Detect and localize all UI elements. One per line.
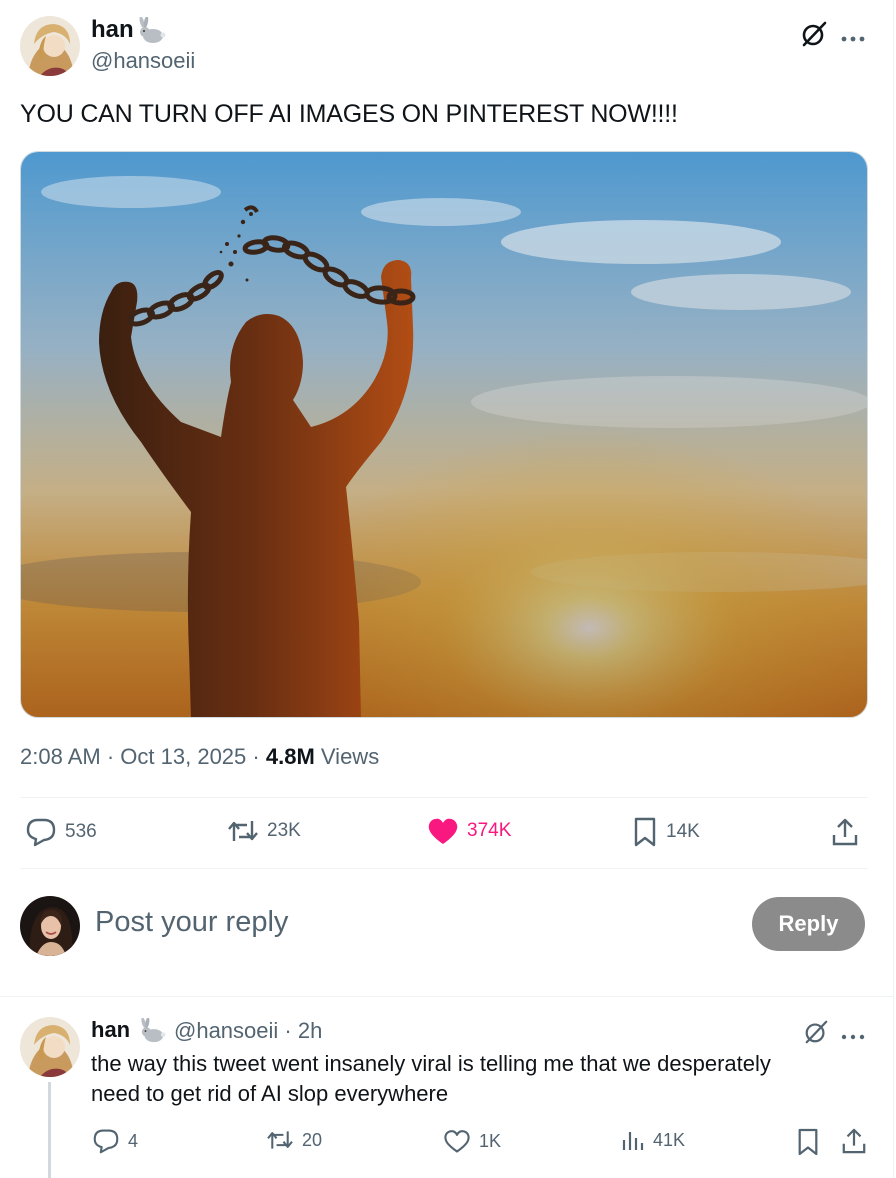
bookmark-icon[interactable]: [796, 1128, 820, 1161]
repost-action[interactable]: 20: [266, 1128, 322, 1152]
reply-text-line: need to get rid of AI slop everywhere: [91, 1081, 449, 1106]
tweet-media-image[interactable]: [20, 151, 868, 718]
meta-separator: ·: [284, 1018, 292, 1043]
repost-count: 20: [302, 1129, 323, 1150]
reply-button[interactable]: Reply: [752, 897, 865, 951]
like-action[interactable]: 1K: [443, 1128, 501, 1154]
thread-line: [48, 1082, 51, 1178]
like-count: 1K: [479, 1130, 502, 1151]
section-divider: [0, 996, 893, 997]
repost-action[interactable]: 23K: [227, 817, 301, 845]
author-avatar[interactable]: [20, 16, 80, 76]
share-icon: [831, 817, 859, 847]
reply-author-avatar[interactable]: [20, 1017, 80, 1077]
views-action[interactable]: 41K: [621, 1128, 685, 1152]
repost-count: 23K: [267, 820, 301, 841]
reply-action[interactable]: 4: [92, 1128, 138, 1154]
more-icon[interactable]: [841, 30, 865, 48]
rabbit-icon: [138, 1017, 166, 1049]
user-avatar[interactable]: [20, 896, 80, 956]
reply-icon: [25, 817, 57, 847]
share-icon[interactable]: [841, 1127, 867, 1160]
tweet-text: YOU CAN TURN OFF AI IMAGES ON PINTEREST …: [20, 100, 678, 128]
heart-icon: [427, 817, 459, 845]
bookmark-action[interactable]: 14K: [632, 817, 700, 847]
author-handle[interactable]: @hansoeii: [91, 48, 195, 74]
repost-icon: [266, 1128, 294, 1152]
author-name[interactable]: han: [91, 16, 134, 44]
grok-icon[interactable]: [800, 20, 828, 53]
bookmark-count: 14K: [666, 821, 700, 842]
share-action[interactable]: [831, 817, 859, 847]
reply-text-line: the way this tweet went insanely viral i…: [91, 1051, 771, 1076]
reply-header: han: [91, 1017, 130, 1043]
like-count: 374K: [467, 820, 512, 841]
tweet-date[interactable]: Oct 13, 2025: [120, 744, 246, 769]
meta-separator: ·: [106, 744, 115, 769]
meta-separator: ·: [252, 744, 260, 769]
tweet-time[interactable]: 2:08 AM: [20, 744, 101, 769]
heart-icon: [443, 1128, 471, 1154]
reply-author-name[interactable]: han: [91, 1017, 130, 1042]
reply-count: 4: [128, 1130, 139, 1151]
reply-age[interactable]: 2h: [298, 1018, 322, 1043]
views-count: 4.8M: [265, 744, 315, 769]
like-action[interactable]: 374K: [427, 817, 511, 845]
reply-action[interactable]: 536: [25, 817, 97, 847]
views-count: 41K: [653, 1129, 686, 1150]
reply-count: 536: [65, 821, 97, 842]
reply-author-handle[interactable]: @hansoeii: [174, 1018, 278, 1043]
reply-input[interactable]: Post your reply: [95, 906, 288, 939]
divider: [20, 797, 868, 798]
column-border: [893, 0, 894, 1178]
grok-icon[interactable]: [803, 1019, 829, 1050]
bookmark-icon: [632, 817, 658, 847]
reply-text: the way this tweet went insanely viral i…: [91, 1049, 771, 1109]
divider: [20, 868, 868, 869]
tweet-meta: 2:08 AM · Oct 13, 2025 · 4.8M Views: [20, 744, 379, 770]
reply-meta: @hansoeii · 2h: [174, 1018, 322, 1044]
more-icon[interactable]: [841, 1028, 865, 1046]
repost-icon: [227, 817, 259, 845]
reply-icon: [92, 1128, 120, 1154]
views-label: Views: [320, 744, 380, 769]
analytics-icon: [621, 1128, 645, 1152]
rabbit-icon: [136, 16, 166, 50]
